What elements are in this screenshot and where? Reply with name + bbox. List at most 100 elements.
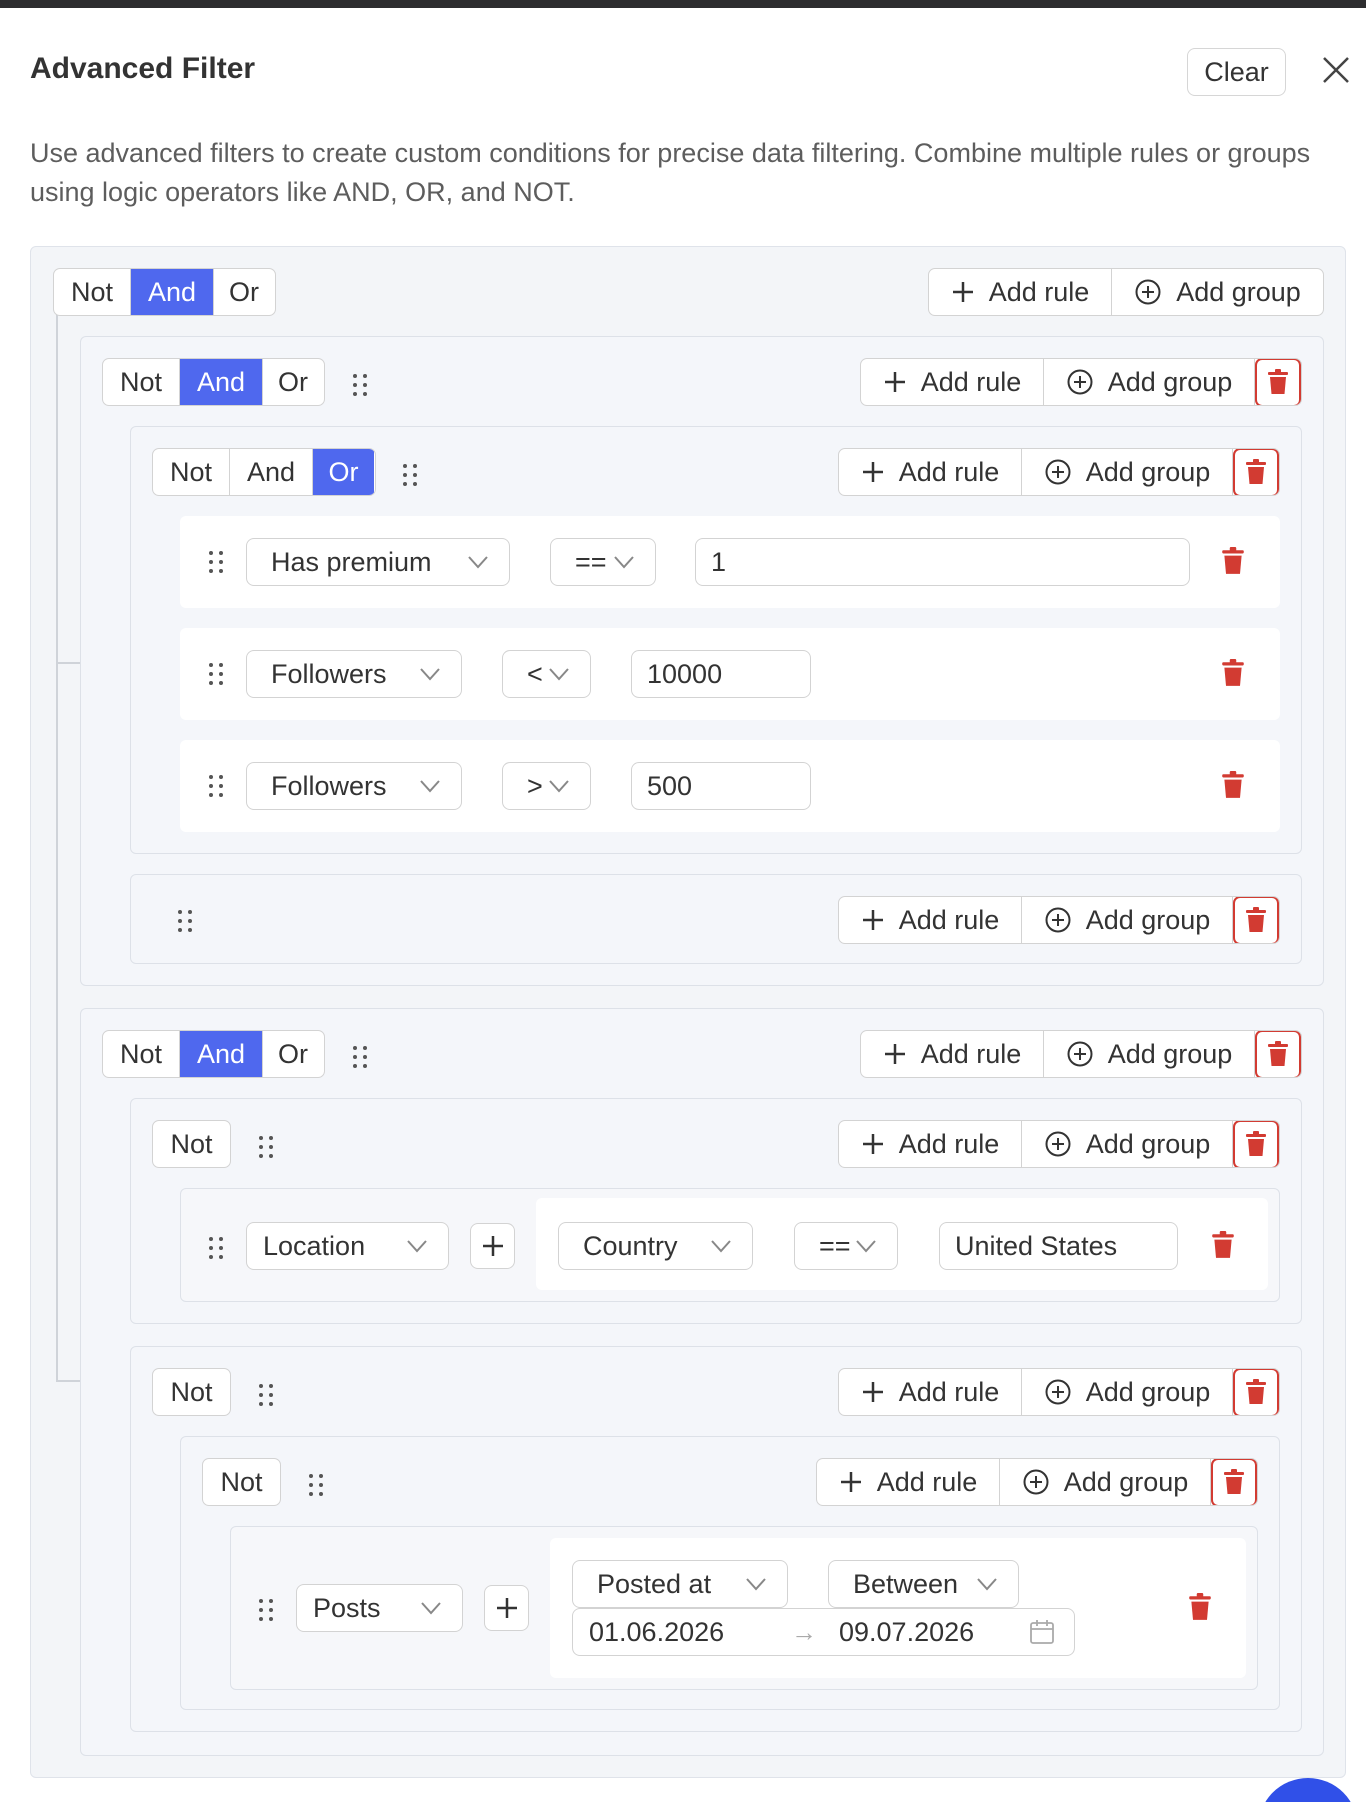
- delete-group-button[interactable]: [1233, 449, 1279, 495]
- date-to-value: 09.07.2026: [839, 1616, 975, 1647]
- delete-rule-button[interactable]: [1220, 547, 1246, 575]
- add-group-button[interactable]: Add group: [1112, 269, 1323, 315]
- value-input[interactable]: United States: [939, 1222, 1178, 1270]
- delete-rule-button[interactable]: [1220, 771, 1246, 799]
- floating-action-button[interactable]: [1258, 1778, 1358, 1802]
- chevron-down-icon: [746, 1578, 766, 1591]
- page-title: Advanced Filter: [30, 52, 256, 85]
- operator-select[interactable]: <: [502, 650, 591, 698]
- plus-circle-icon: [1023, 1469, 1049, 1495]
- drag-handle-icon[interactable]: [256, 1382, 276, 1408]
- trash-icon: [1268, 369, 1288, 394]
- field-select[interactable]: Followers: [246, 762, 462, 810]
- plus-circle-icon: [1067, 369, 1093, 395]
- delete-group-button[interactable]: [1233, 1121, 1279, 1167]
- combinator-not[interactable]: Not: [103, 1031, 180, 1077]
- value-input[interactable]: 1: [695, 538, 1190, 586]
- add-group-button[interactable]: Add group: [1022, 449, 1233, 495]
- add-rule-button[interactable]: Add rule: [929, 269, 1112, 315]
- subfield-select[interactable]: Posted at: [572, 1560, 788, 1608]
- delete-group-button[interactable]: [1255, 359, 1301, 405]
- combinator-not[interactable]: Not: [54, 269, 131, 315]
- field-select-value: Location: [263, 1230, 366, 1261]
- combinator-and[interactable]: And: [180, 359, 263, 405]
- field-select[interactable]: Location: [246, 1222, 449, 1270]
- add-rule-button[interactable]: Add rule: [861, 1031, 1044, 1077]
- subfield-select[interactable]: Country: [558, 1222, 753, 1270]
- add-rule-label: Add rule: [898, 904, 1000, 935]
- add-group-button[interactable]: Add group: [1044, 359, 1255, 405]
- add-subfield-button[interactable]: [470, 1223, 515, 1269]
- clear-button[interactable]: Clear: [1187, 48, 1286, 96]
- trash-icon: [1246, 459, 1266, 484]
- add-subfield-button[interactable]: [484, 1585, 529, 1631]
- top-bar: [0, 0, 1366, 8]
- delete-group-button[interactable]: [1255, 1031, 1301, 1077]
- add-rule-button[interactable]: Add rule: [839, 1121, 1022, 1167]
- combinator-or[interactable]: Or: [263, 1031, 323, 1077]
- drag-handle-icon[interactable]: [206, 549, 226, 575]
- drag-handle-icon[interactable]: [206, 661, 226, 687]
- drag-handle-icon[interactable]: [350, 1044, 370, 1070]
- add-rule-button[interactable]: Add rule: [839, 1369, 1022, 1415]
- add-rule-button[interactable]: Add rule: [817, 1459, 1000, 1505]
- add-group-button[interactable]: Add group: [1044, 1031, 1255, 1077]
- date-range-picker[interactable]: 01.06.2026 → 09.07.2026: [572, 1608, 1075, 1656]
- combinator-or[interactable]: Or: [313, 449, 374, 495]
- delete-rule-button[interactable]: [1220, 659, 1246, 687]
- add-group-button[interactable]: Add group: [1000, 1459, 1211, 1505]
- trash-icon: [1212, 1231, 1234, 1258]
- plus-icon: [862, 462, 883, 482]
- add-group-button[interactable]: Add group: [1022, 1121, 1233, 1167]
- add-group-button[interactable]: Add group: [1022, 897, 1233, 943]
- add-rule-button[interactable]: Add rule: [839, 449, 1022, 495]
- value-input[interactable]: 10000: [631, 650, 811, 698]
- delete-group-button[interactable]: [1233, 897, 1279, 943]
- field-select[interactable]: Followers: [246, 650, 462, 698]
- drag-handle-icon[interactable]: [400, 462, 420, 488]
- subfield-select-value: Posted at: [597, 1568, 712, 1599]
- plus-icon: [952, 282, 973, 302]
- operator-select[interactable]: >: [502, 762, 591, 810]
- combinator-and[interactable]: And: [180, 1031, 263, 1077]
- add-rule-button[interactable]: Add rule: [839, 897, 1022, 943]
- subfield-select-value: Country: [583, 1230, 678, 1261]
- close-icon[interactable]: [1320, 52, 1352, 88]
- field-select[interactable]: Posts: [296, 1584, 463, 1632]
- tree-connector: [56, 1380, 80, 1382]
- operator-select[interactable]: ==: [550, 538, 656, 586]
- add-group-button[interactable]: Add group: [1022, 1369, 1233, 1415]
- plus-icon: [862, 1134, 883, 1154]
- operator-select-value: Between: [853, 1568, 959, 1599]
- group-combinator: Not: [152, 1368, 231, 1416]
- delete-group-button[interactable]: [1211, 1459, 1257, 1505]
- drag-handle-icon[interactable]: [206, 1235, 226, 1261]
- combinator-not[interactable]: Not: [103, 359, 180, 405]
- drag-handle-icon[interactable]: [175, 908, 195, 934]
- combinator-and[interactable]: And: [230, 449, 313, 495]
- combinator-not[interactable]: Not: [153, 1121, 230, 1167]
- drag-handle-icon[interactable]: [206, 773, 226, 799]
- drag-handle-icon[interactable]: [306, 1472, 326, 1498]
- delete-rule-button[interactable]: [1210, 1231, 1236, 1259]
- combinator-not[interactable]: Not: [153, 1369, 230, 1415]
- drag-handle-icon[interactable]: [350, 372, 370, 398]
- group-combinator: Not And Or: [102, 358, 325, 406]
- value-input[interactable]: 500: [631, 762, 811, 810]
- add-group-label: Add group: [1107, 1038, 1233, 1069]
- drag-handle-icon[interactable]: [256, 1134, 276, 1160]
- operator-select[interactable]: Between: [828, 1560, 1019, 1608]
- combinator-or[interactable]: Or: [214, 269, 274, 315]
- delete-rule-button[interactable]: [1187, 1593, 1213, 1621]
- chevron-down-icon: [421, 1602, 441, 1615]
- operator-select[interactable]: ==: [794, 1222, 898, 1270]
- drag-handle-icon[interactable]: [256, 1597, 276, 1623]
- delete-group-button[interactable]: [1233, 1369, 1279, 1415]
- add-rule-button[interactable]: Add rule: [861, 359, 1044, 405]
- combinator-not[interactable]: Not: [153, 449, 230, 495]
- combinator-and[interactable]: And: [131, 269, 214, 315]
- field-select[interactable]: Has premium: [246, 538, 510, 586]
- trash-icon: [1246, 1379, 1266, 1404]
- combinator-or[interactable]: Or: [263, 359, 323, 405]
- combinator-not[interactable]: Not: [203, 1459, 280, 1505]
